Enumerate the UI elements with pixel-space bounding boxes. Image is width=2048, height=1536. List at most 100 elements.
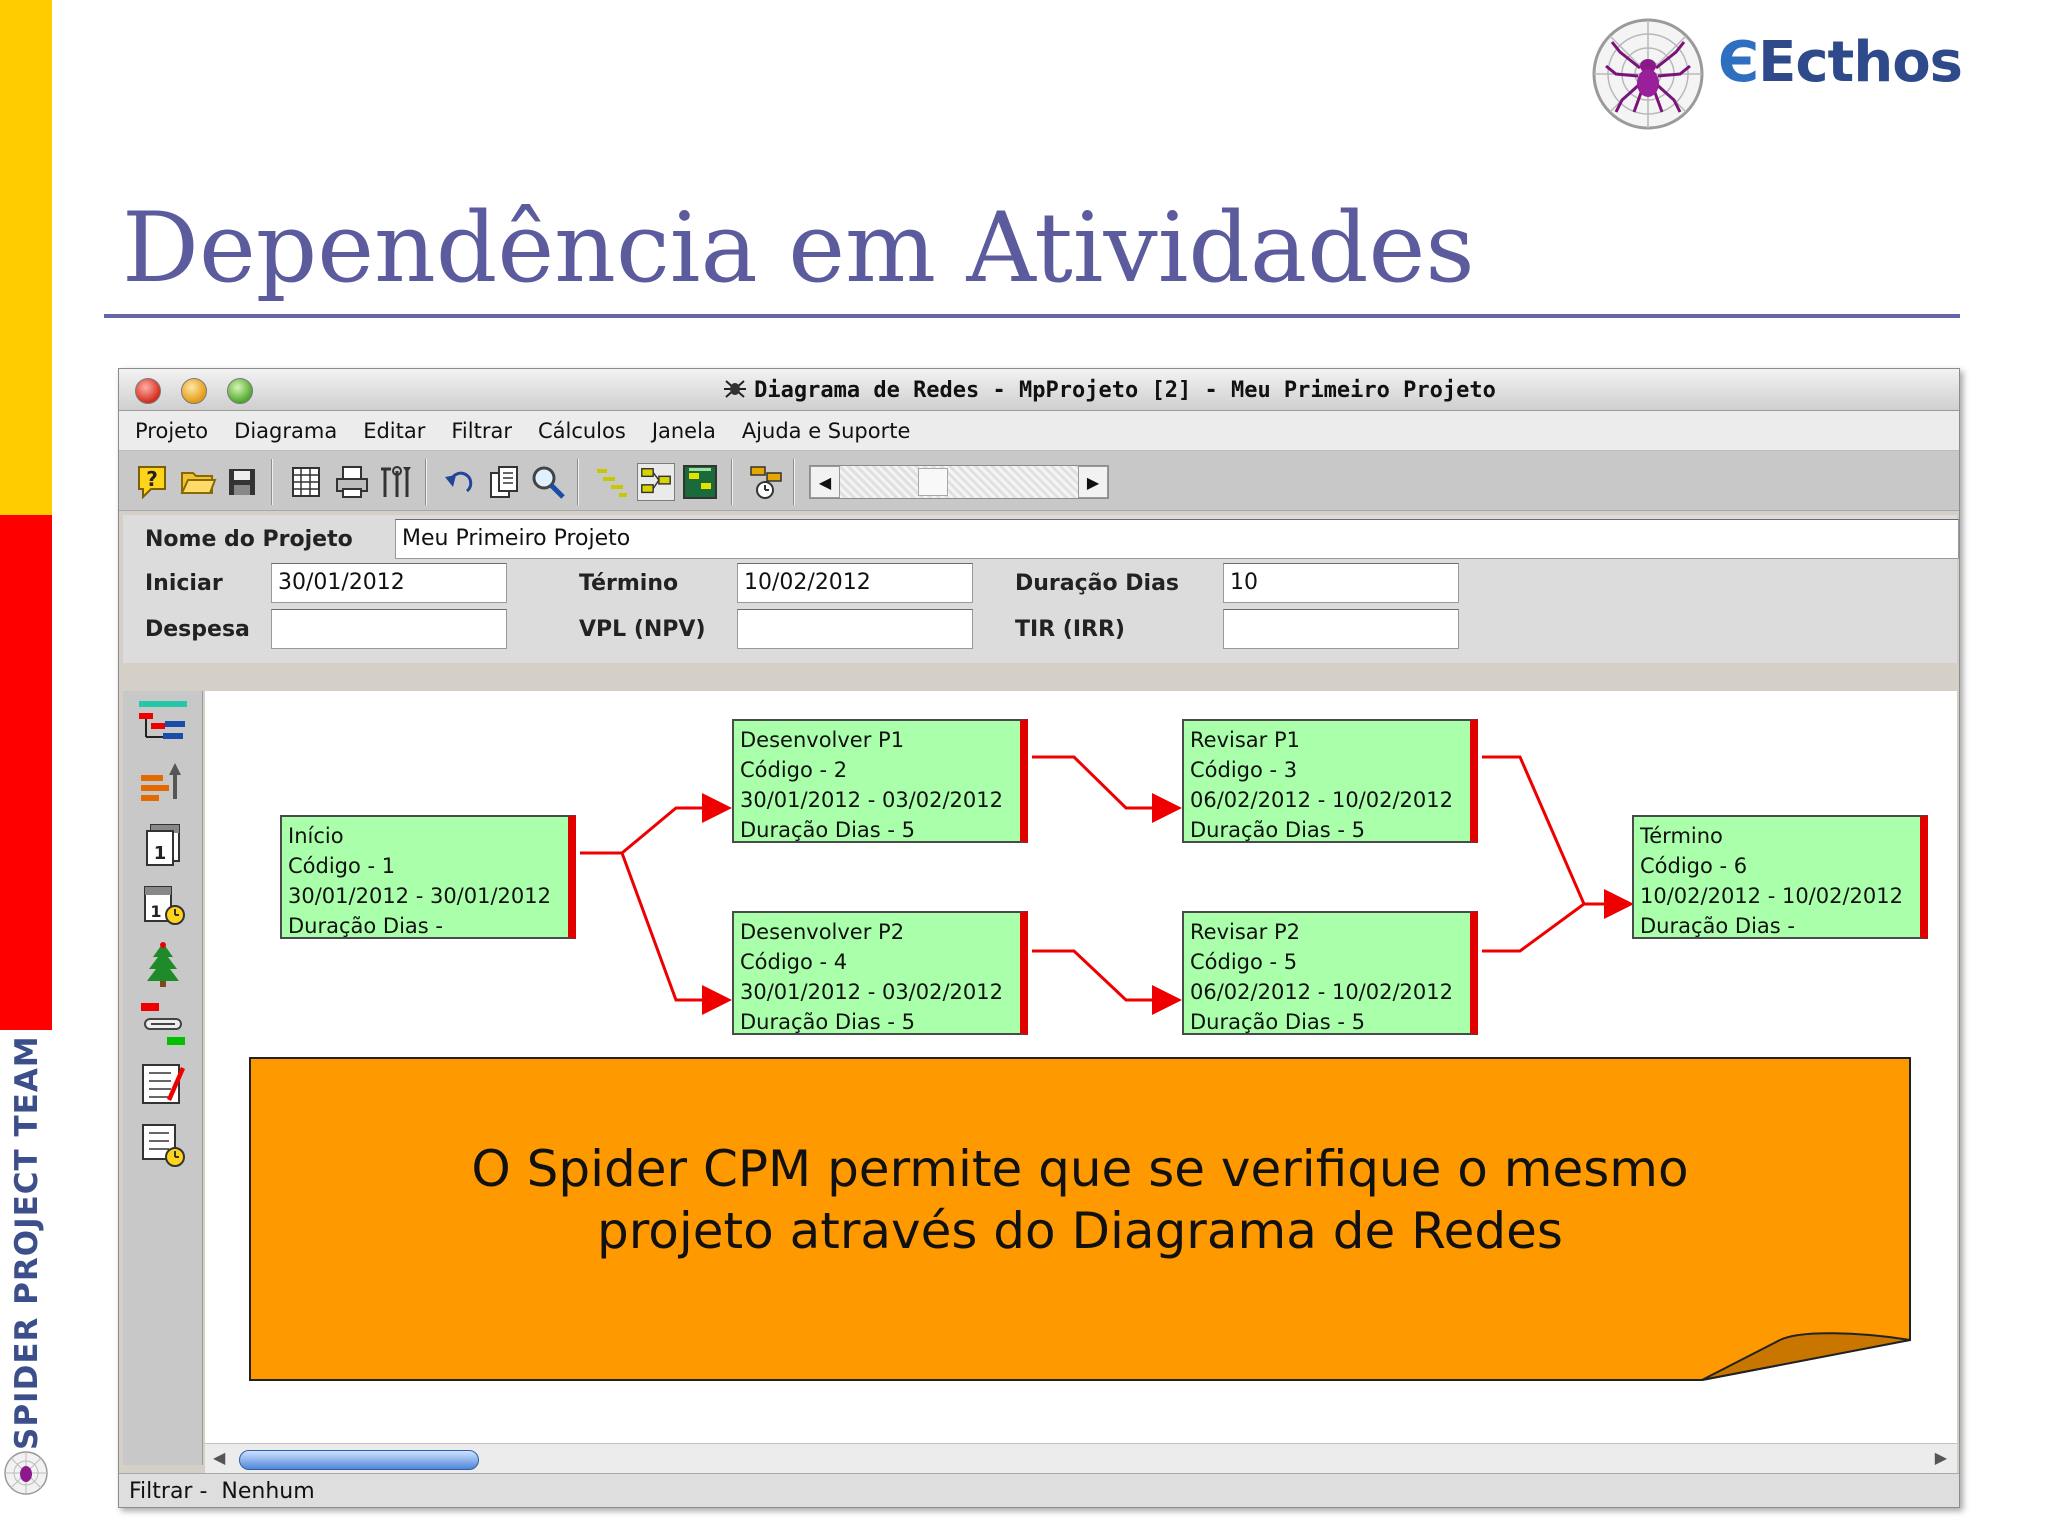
menu-projeto[interactable]: Projeto <box>135 419 208 443</box>
horizontal-scroll-thumb[interactable] <box>239 1450 479 1470</box>
filter-value: Nenhum <box>221 1479 315 1504</box>
scroll-left-icon[interactable]: ◀ <box>213 1448 225 1467</box>
network-node[interactable]: Início Código - 1 30/01/2012 - 30/01/201… <box>280 815 576 939</box>
calendar-icon[interactable]: 1 <box>137 819 189 869</box>
scroll-right-arrow-icon[interactable]: ▶ <box>1078 466 1108 498</box>
node-duration: Duração Dias - 5 <box>1190 818 1366 842</box>
print-icon[interactable] <box>333 463 371 501</box>
network-diagram-canvas[interactable] <box>205 691 1957 1443</box>
duration-field[interactable]: 10 <box>1223 563 1459 603</box>
save-icon[interactable] <box>223 463 261 501</box>
node-name: Desenvolver P1 <box>740 728 905 752</box>
zoom-icon[interactable] <box>529 463 567 501</box>
toolbar-scroll-slider[interactable]: ◀ ▶ <box>809 465 1109 499</box>
toolbar-separator <box>425 459 427 505</box>
resources-icon[interactable] <box>137 759 189 809</box>
scroll-right-icon[interactable]: ▶ <box>1935 1448 1947 1467</box>
node-name: Término <box>1640 824 1723 848</box>
schedule-icon[interactable] <box>747 463 785 501</box>
scroll-left-arrow-icon[interactable]: ◀ <box>810 466 840 498</box>
start-label: Iniciar <box>145 571 223 596</box>
spider-app-icon <box>724 380 747 398</box>
svg-text:?: ? <box>146 467 158 491</box>
node-name: Revisar P2 <box>1190 920 1300 944</box>
checklist-clock-icon[interactable] <box>137 1119 189 1169</box>
toolbar-separator <box>731 459 733 505</box>
network-node[interactable]: Desenvolver P1 Código - 2 30/01/2012 - 0… <box>732 719 1028 843</box>
expense-label: Despesa <box>145 617 250 642</box>
menu-diagrama[interactable]: Diagrama <box>234 419 337 443</box>
toolbar: ? ◀ ▶ <box>119 451 1959 511</box>
menu-filtrar[interactable]: Filtrar <box>451 419 512 443</box>
gantt-icon[interactable] <box>593 463 631 501</box>
network-node[interactable]: Término Código - 6 10/02/2012 - 10/02/20… <box>1632 815 1928 939</box>
irr-field[interactable] <box>1223 609 1459 649</box>
spider-web-logo-icon <box>1592 18 1704 130</box>
node-code: Código - 4 <box>740 950 848 974</box>
calendar-clock-icon[interactable]: 1 <box>137 879 189 929</box>
ecthos-logo-text: Ecthos <box>1758 30 1963 95</box>
tools-icon[interactable] <box>377 463 415 501</box>
project-name-label: Nome do Projeto <box>145 527 353 552</box>
scroll-thumb[interactable] <box>918 468 948 496</box>
tree-icon[interactable] <box>137 939 189 989</box>
node-dates: 30/01/2012 - 03/02/2012 <box>740 788 1004 812</box>
node-code: Código - 5 <box>1190 950 1298 974</box>
ecthos-logo: ЄEcthos <box>1718 30 1963 95</box>
project-name-field[interactable]: Meu Primeiro Projeto <box>395 519 1959 559</box>
window-titlebar[interactable]: Diagrama de Redes - MpProjeto [2] - Meu … <box>119 369 1959 411</box>
network-node[interactable]: Desenvolver P2 Código - 4 30/01/2012 - 0… <box>732 911 1028 1035</box>
node-code: Código - 1 <box>288 854 396 878</box>
toolbar-separator <box>577 459 579 505</box>
horizontal-scrollbar[interactable]: ◀ ▶ <box>205 1443 1957 1473</box>
expense-field[interactable] <box>271 609 507 649</box>
menu-janela[interactable]: Janela <box>652 419 716 443</box>
svg-text:1: 1 <box>154 843 167 864</box>
node-code: Código - 2 <box>740 758 848 782</box>
network-diagram-icon[interactable] <box>637 463 675 501</box>
filter-label: Filtrar - <box>129 1479 208 1504</box>
node-duration: Duração Dias - 5 <box>740 818 916 842</box>
menu-ajuda[interactable]: Ajuda e Suporte <box>742 419 911 443</box>
link-icon[interactable] <box>137 999 189 1049</box>
npv-label: VPL (NPV) <box>579 617 706 642</box>
project-info-panel: Nome do Projeto Meu Primeiro Projeto Ini… <box>123 515 1959 663</box>
menu-editar[interactable]: Editar <box>363 419 425 443</box>
node-dates: 30/01/2012 - 30/01/2012 <box>288 884 552 908</box>
menu-calculos[interactable]: Cálculos <box>538 419 626 443</box>
left-strip-red <box>0 515 52 1030</box>
npv-field[interactable] <box>737 609 973 649</box>
toolbar-separator <box>793 459 795 505</box>
help-icon[interactable]: ? <box>133 463 171 501</box>
spider-logo-small-icon <box>4 1451 48 1495</box>
callout-line-2: projeto através do Diagrama de Redes <box>597 1202 1563 1260</box>
network-node[interactable]: Revisar P1 Código - 3 06/02/2012 - 10/02… <box>1182 719 1478 843</box>
checklist-icon[interactable] <box>137 1059 189 1109</box>
window-title-text: Diagrama de Redes - MpProjeto [2] - Meu … <box>754 378 1496 403</box>
node-code: Código - 3 <box>1190 758 1298 782</box>
end-date-field[interactable]: 10/02/2012 <box>737 563 973 603</box>
callout-text: O Spider CPM permite que se verifique o … <box>250 1138 1910 1262</box>
slide: SPIDER PROJECT TEAM ЄEcthos Dependência … <box>0 0 2048 1536</box>
table-icon[interactable] <box>287 463 325 501</box>
node-dates: 06/02/2012 - 10/02/2012 <box>1190 788 1454 812</box>
node-duration: Duração Dias - <box>1640 914 1795 938</box>
callout-line-1: O Spider CPM permite que se verifique o … <box>471 1140 1689 1198</box>
network-node[interactable]: Revisar P2 Código - 5 06/02/2012 - 10/02… <box>1182 911 1478 1035</box>
undo-icon[interactable] <box>441 463 479 501</box>
spider-project-team-label: SPIDER PROJECT TEAM <box>9 1035 45 1450</box>
irr-label: TIR (IRR) <box>1015 617 1125 642</box>
node-code: Código - 6 <box>1640 854 1748 878</box>
resource-view-icon[interactable] <box>681 463 719 501</box>
structure-icon[interactable] <box>137 699 189 749</box>
copy-icon[interactable] <box>485 463 523 501</box>
node-name: Revisar P1 <box>1190 728 1300 752</box>
node-duration: Duração Dias - 5 <box>740 1010 916 1034</box>
node-dates: 10/02/2012 - 10/02/2012 <box>1640 884 1904 908</box>
window-title: Diagrama de Redes - MpProjeto [2] - Meu … <box>119 377 1959 403</box>
open-folder-icon[interactable] <box>179 463 217 501</box>
start-date-field[interactable]: 30/01/2012 <box>271 563 507 603</box>
status-bar: Filtrar - Nenhum <box>119 1473 1959 1507</box>
node-dates: 30/01/2012 - 03/02/2012 <box>740 980 1004 1004</box>
end-label: Término <box>579 571 679 596</box>
